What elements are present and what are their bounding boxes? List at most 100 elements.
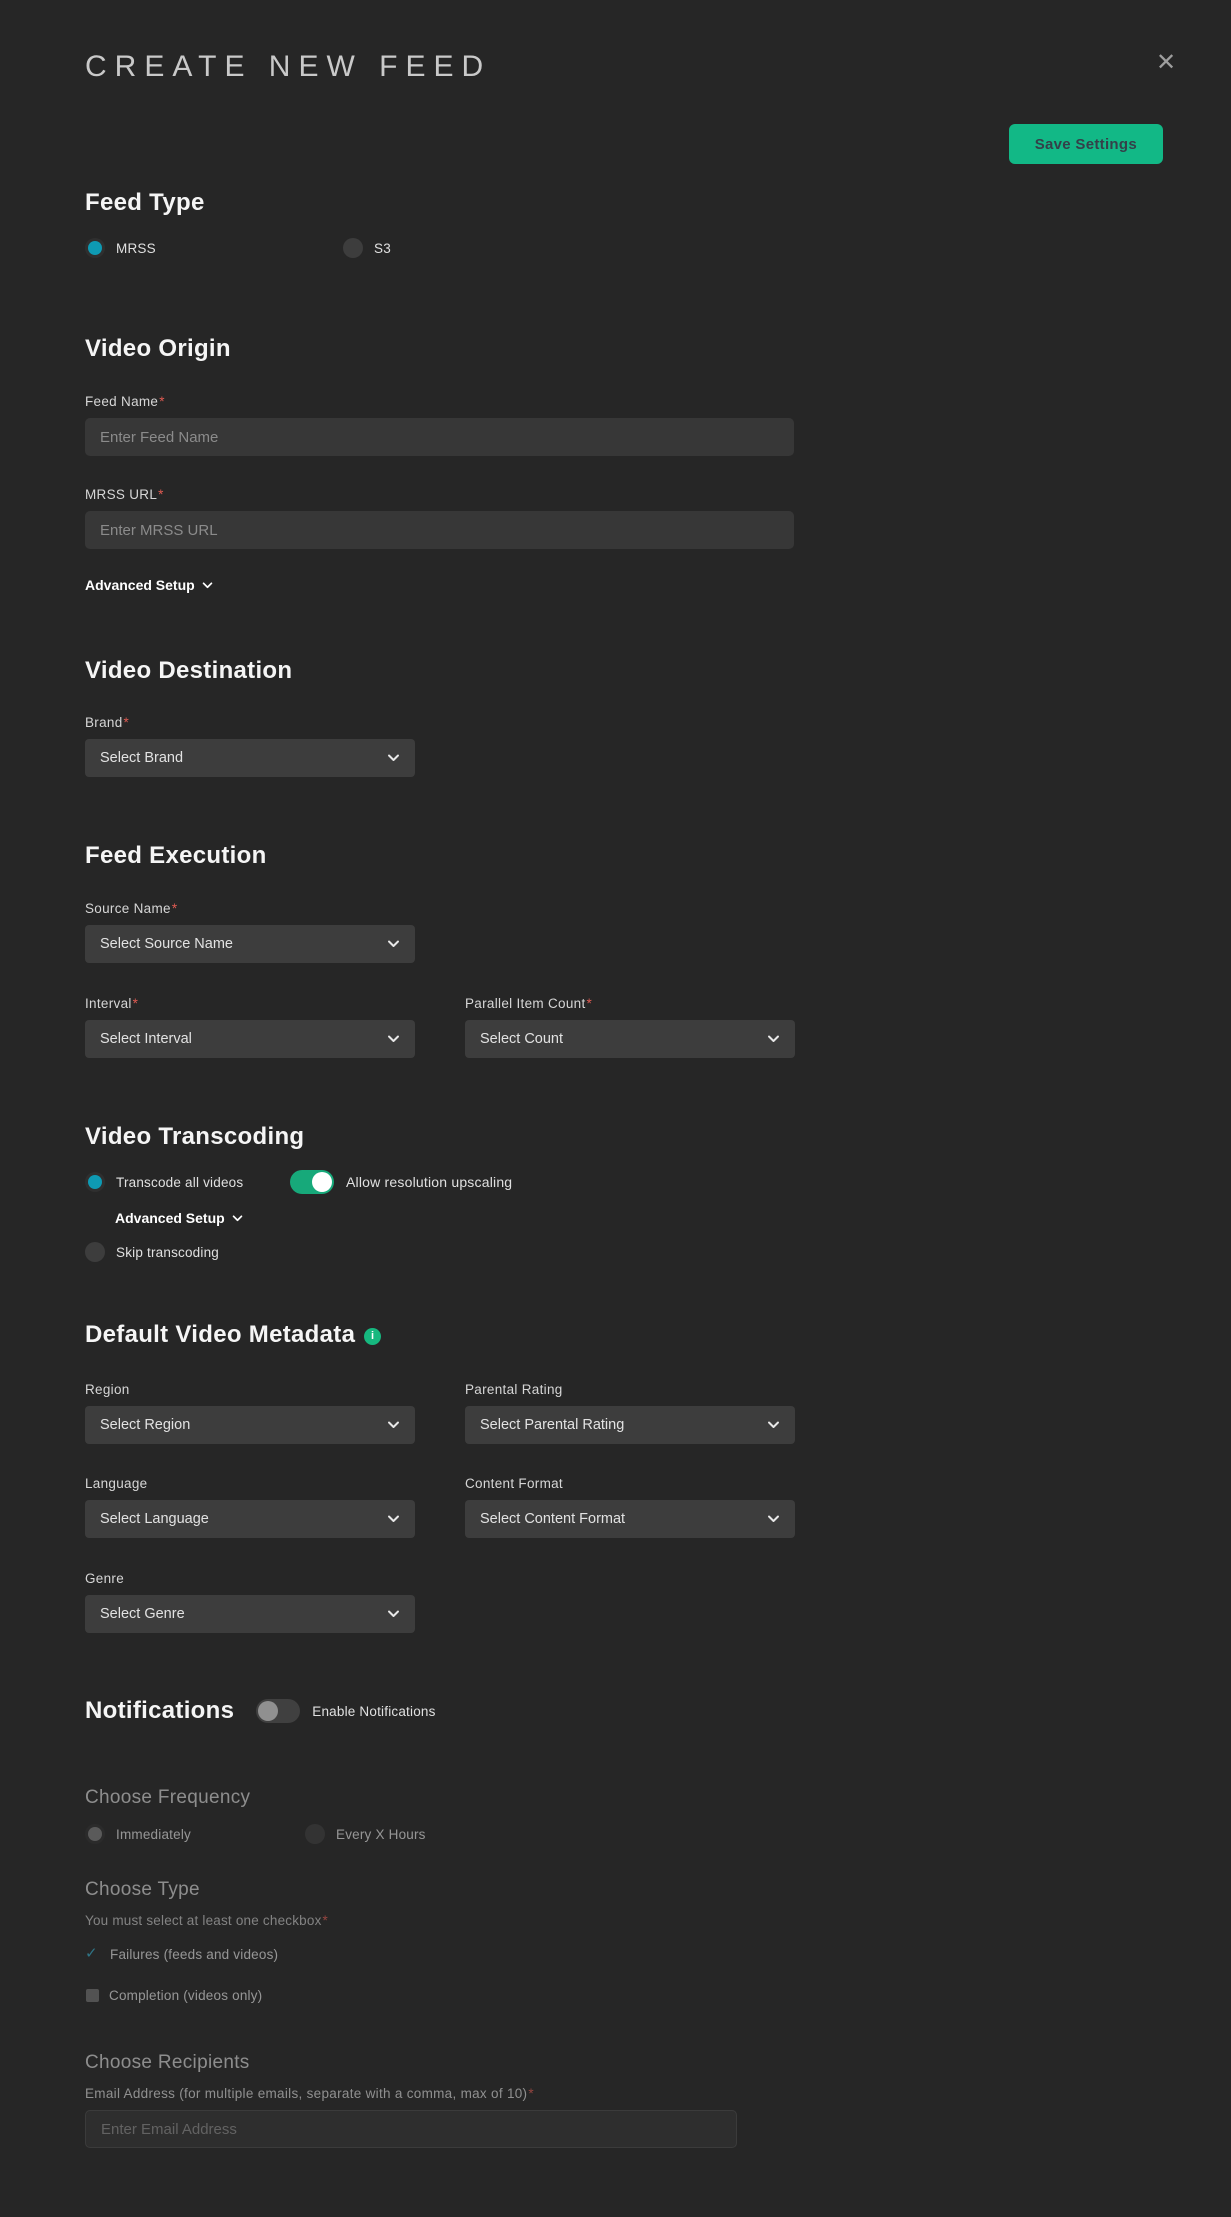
source-name-select[interactable]: Select Source Name bbox=[85, 925, 415, 963]
parental-rating-field: Parental Rating Select Parental Rating bbox=[465, 1382, 795, 1444]
immediately-label: Immediately bbox=[116, 1826, 191, 1842]
parallel-count-label: Parallel Item Count* bbox=[465, 996, 593, 1011]
chevron-down-icon bbox=[387, 940, 400, 948]
checkbox-completion[interactable]: Completion (videos only) bbox=[85, 1988, 1163, 2003]
radio-mrss[interactable]: MRSS bbox=[85, 238, 343, 258]
metadata-row-1: Region Select Region Parental Rating Sel… bbox=[85, 1382, 1163, 1444]
checkbox-hint: You must select at least one checkbox* bbox=[85, 1913, 329, 1928]
checkbox-checked-icon[interactable]: ✓ bbox=[85, 1946, 101, 1962]
source-name-label: Source Name* bbox=[85, 901, 178, 916]
brand-select[interactable]: Select Brand bbox=[85, 739, 415, 777]
brand-label: Brand* bbox=[85, 715, 130, 730]
enable-notifications-toggle[interactable] bbox=[256, 1699, 301, 1723]
genre-field: Genre Select Genre bbox=[85, 1571, 415, 1633]
chevron-down-icon bbox=[387, 1610, 400, 1618]
toggle-knob bbox=[258, 1701, 279, 1721]
language-label: Language bbox=[85, 1476, 148, 1491]
notifications-heading: Notifications bbox=[85, 1697, 235, 1724]
required-asterisk: * bbox=[123, 715, 130, 730]
radio-immediately[interactable]: Immediately bbox=[85, 1824, 305, 1844]
radio-selected-icon[interactable] bbox=[85, 238, 105, 258]
save-settings-button[interactable]: Save Settings bbox=[1008, 124, 1163, 164]
create-feed-modal: CREATE NEW FEED ✕ Save Settings Feed Typ… bbox=[0, 0, 1231, 2148]
transcoding-options-row: Transcode all videos Allow resolution up… bbox=[85, 1170, 1163, 1194]
parallel-count-field: Parallel Item Count* Select Count bbox=[465, 996, 795, 1058]
required-asterisk: * bbox=[528, 2086, 534, 2101]
email-label: Email Address (for multiple emails, sepa… bbox=[85, 2086, 534, 2101]
radio-s3[interactable]: S3 bbox=[343, 238, 391, 258]
region-select[interactable]: Select Region bbox=[85, 1406, 415, 1444]
type-section: Choose Type You must select at least one… bbox=[85, 1879, 1163, 2003]
choose-type-heading: Choose Type bbox=[85, 1879, 200, 1900]
feed-name-label: Feed Name* bbox=[85, 394, 165, 409]
failures-label: Failures (feeds and videos) bbox=[110, 1946, 279, 1962]
content-format-select[interactable]: Select Content Format bbox=[465, 1500, 795, 1538]
required-asterisk: * bbox=[322, 1913, 329, 1928]
chevron-down-icon bbox=[387, 754, 400, 762]
page-title: CREATE NEW FEED bbox=[85, 50, 492, 83]
chevron-down-icon bbox=[387, 1421, 400, 1429]
enable-notifications-label: Enable Notifications bbox=[312, 1703, 436, 1719]
video-transcoding-heading: Video Transcoding bbox=[85, 1123, 305, 1150]
genre-label: Genre bbox=[85, 1571, 125, 1586]
feed-execution-heading: Feed Execution bbox=[85, 842, 267, 869]
radio-skip-transcoding[interactable]: Skip transcoding bbox=[85, 1242, 1163, 1262]
chevron-down-icon bbox=[767, 1515, 780, 1523]
video-destination-heading: Video Destination bbox=[85, 657, 293, 684]
interval-row: Interval* Select Interval Parallel Item … bbox=[85, 996, 1163, 1058]
checkbox-failures[interactable]: ✓ Failures (feeds and videos) bbox=[85, 1946, 1163, 1962]
genre-select[interactable]: Select Genre bbox=[85, 1595, 415, 1633]
feed-name-input[interactable] bbox=[85, 418, 794, 456]
region-field: Region Select Region bbox=[85, 1382, 415, 1444]
radio-mrss-label: MRSS bbox=[116, 240, 156, 256]
feed-type-options: MRSS S3 bbox=[85, 238, 1163, 258]
info-icon[interactable]: i bbox=[364, 1327, 382, 1345]
content-format-field: Content Format Select Content Format bbox=[465, 1476, 795, 1538]
upscaling-toggle-group: Allow resolution upscaling bbox=[290, 1170, 512, 1194]
every-x-hours-label: Every X Hours bbox=[336, 1826, 426, 1842]
required-asterisk: * bbox=[586, 996, 593, 1011]
radio-unselected-icon[interactable] bbox=[343, 238, 363, 258]
region-label: Region bbox=[85, 1382, 130, 1397]
radio-unselected-icon[interactable] bbox=[305, 1824, 325, 1844]
radio-every-x-hours[interactable]: Every X Hours bbox=[305, 1824, 426, 1844]
transcoding-advanced-setup-link[interactable]: Advanced Setup bbox=[115, 1209, 243, 1227]
default-metadata-heading: Default Video Metadata i bbox=[85, 1321, 1163, 1349]
required-asterisk: * bbox=[132, 996, 139, 1011]
metadata-row-2: Language Select Language Content Format … bbox=[85, 1476, 1163, 1538]
checkbox-unchecked-icon[interactable] bbox=[86, 1989, 99, 2002]
parental-rating-label: Parental Rating bbox=[465, 1382, 563, 1397]
content-format-label: Content Format bbox=[465, 1476, 563, 1491]
radio-unselected-icon[interactable] bbox=[85, 1242, 105, 1262]
close-icon[interactable]: ✕ bbox=[1153, 50, 1179, 76]
interval-select[interactable]: Select Interval bbox=[85, 1020, 415, 1058]
language-select[interactable]: Select Language bbox=[85, 1500, 415, 1538]
feed-type-heading: Feed Type bbox=[85, 189, 205, 216]
radio-selected-icon[interactable] bbox=[85, 1172, 105, 1192]
chevron-down-icon bbox=[387, 1035, 400, 1043]
chevron-down-icon bbox=[767, 1421, 780, 1429]
mrss-url-input[interactable] bbox=[85, 511, 794, 549]
email-input[interactable] bbox=[85, 2110, 737, 2148]
advanced-setup-link[interactable]: Advanced Setup bbox=[85, 576, 213, 594]
metadata-row-3: Genre Select Genre bbox=[85, 1571, 1163, 1633]
chevron-down-icon bbox=[202, 581, 213, 589]
chevron-down-icon bbox=[232, 1214, 243, 1222]
parallel-count-select[interactable]: Select Count bbox=[465, 1020, 795, 1058]
required-asterisk: * bbox=[159, 394, 165, 409]
upscaling-toggle[interactable] bbox=[290, 1170, 334, 1194]
choose-frequency-heading: Choose Frequency bbox=[85, 1787, 251, 1808]
mrss-url-label: MRSS URL* bbox=[85, 487, 164, 502]
transcode-all-label: Transcode all videos bbox=[116, 1174, 244, 1190]
skip-transcoding-label: Skip transcoding bbox=[116, 1244, 220, 1260]
chevron-down-icon bbox=[767, 1035, 780, 1043]
radio-selected-icon[interactable] bbox=[85, 1824, 105, 1844]
notifications-header-row: Notifications Enable Notifications bbox=[85, 1697, 1163, 1725]
frequency-options: Immediately Every X Hours bbox=[85, 1824, 1163, 1844]
radio-transcode-all[interactable]: Transcode all videos bbox=[85, 1172, 290, 1192]
chevron-down-icon bbox=[387, 1515, 400, 1523]
required-asterisk: * bbox=[171, 901, 178, 916]
interval-label: Interval* bbox=[85, 996, 139, 1011]
choose-recipients-heading: Choose Recipients bbox=[85, 2052, 250, 2073]
parental-rating-select[interactable]: Select Parental Rating bbox=[465, 1406, 795, 1444]
